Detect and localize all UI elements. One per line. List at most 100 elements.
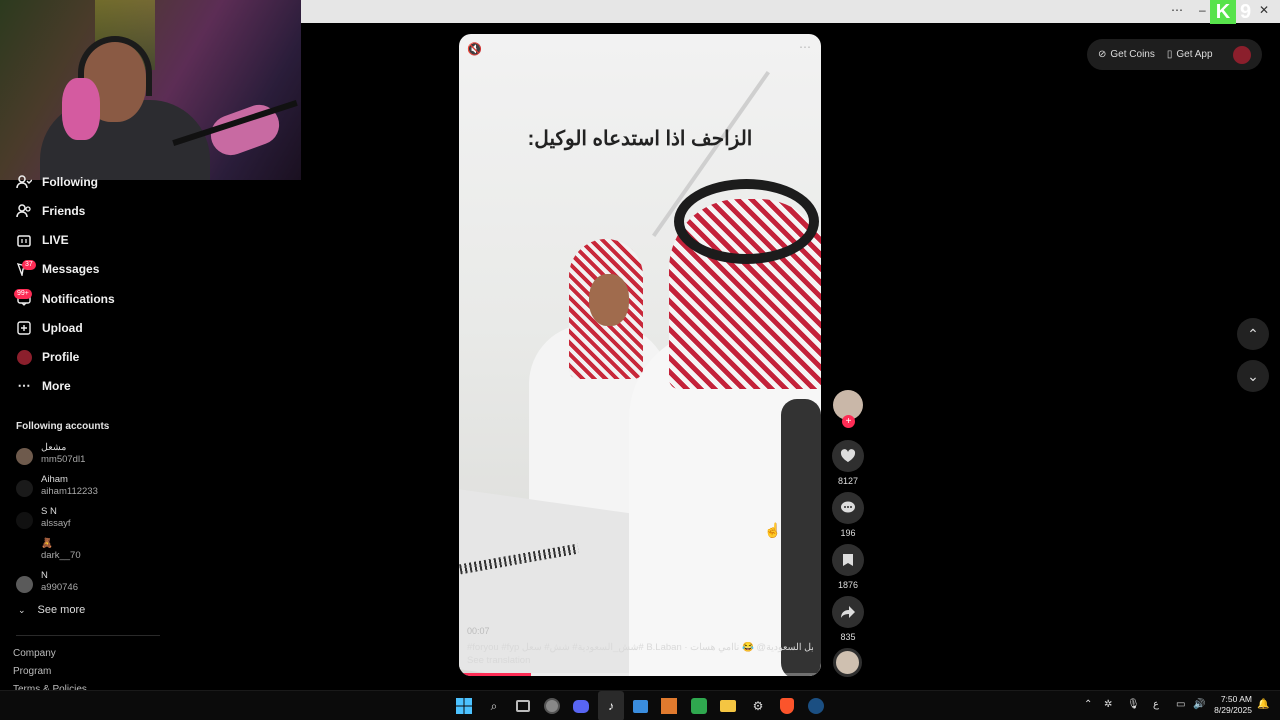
get-app-button[interactable]: ▯ Get App (1167, 49, 1213, 60)
video-description: #foryou #fyp شش_السعودية# شش# سعل# B.Lab… (467, 642, 813, 653)
chevron-up-icon: ⌃ (1247, 325, 1259, 342)
video-progress-fill (459, 673, 532, 676)
get-coins-button[interactable]: ⊘ Get Coins (1098, 49, 1155, 60)
footer-link[interactable]: Company (13, 648, 56, 659)
file-explorer-icon[interactable] (718, 696, 738, 716)
clock-date: 8/29/2025 (1214, 705, 1252, 715)
volume-icon[interactable]: 🔊 (1193, 699, 1205, 710)
notifications-badge: 99+ (14, 289, 32, 299)
task-view-icon[interactable] (513, 696, 533, 716)
xbox-icon[interactable] (689, 696, 709, 716)
video-progress-bar[interactable] (459, 673, 821, 676)
taskbar-clock[interactable]: 7:50 AM 8/29/2025 (1210, 694, 1252, 716)
account-name: Aiham (41, 474, 68, 485)
steam-icon[interactable] (806, 696, 826, 716)
brave-icon[interactable] (777, 696, 797, 716)
user-avatar[interactable] (1233, 46, 1251, 64)
music-disc-avatar[interactable] (833, 648, 862, 677)
account-handle: aiham112233 (41, 486, 98, 497)
account-name: S N (41, 506, 57, 517)
avatar (16, 512, 33, 529)
avatar (16, 480, 33, 497)
previous-video-button[interactable]: ⌃ (1237, 318, 1269, 350)
screen: ⋯ – ✕ K 9 Following Friends LIVE Message… (0, 0, 1280, 720)
sidebar-item-upload[interactable]: Upload (16, 317, 83, 339)
next-video-button[interactable]: ⌄ (1237, 360, 1269, 392)
heart-icon (840, 449, 856, 462)
bookmark-icon (843, 554, 853, 566)
upload-icon (16, 320, 32, 336)
share-icon (841, 606, 855, 618)
see-translation-link[interactable]: See translation (467, 655, 530, 666)
mouse-cursor-icon: ☝ (764, 522, 782, 538)
settings-icon[interactable]: ⚙ (748, 696, 768, 716)
sidebar-item-label: Messages (42, 262, 100, 276)
video-more-icon[interactable]: ⋯ (799, 40, 811, 54)
account-handle: dark__70 (41, 550, 81, 561)
see-more-label: See more (37, 604, 86, 616)
tray-app-icon[interactable]: ✲ (1104, 699, 1112, 710)
sidebar: Following Friends LIVE Messages 37 Notif… (0, 170, 160, 690)
follow-plus-button[interactable]: + (842, 415, 855, 428)
more-icon: ⋯ (17, 378, 31, 393)
windows-taskbar: ⌕ ♪ ⚙ ⌃ ✲ 🎙 ع ▭ 🔊 7:50 AM 8/29/2025 🔔 (0, 690, 1280, 720)
avatar (16, 448, 33, 465)
browser-title-bar: ⋯ – ✕ (301, 0, 1280, 23)
live-icon (16, 232, 32, 248)
sidebar-item-label: Upload (42, 321, 83, 335)
avatar (16, 576, 33, 593)
footer-link[interactable]: Program (13, 666, 51, 677)
tray-overflow-icon[interactable]: ⌃ (1084, 699, 1092, 710)
avatar (16, 544, 33, 561)
app-orange-icon[interactable] (659, 696, 679, 716)
account-handle: mm507dl1 (41, 454, 86, 465)
see-more-button[interactable]: ⌄ See more (18, 604, 85, 616)
save-button[interactable] (832, 544, 864, 576)
share-button[interactable] (832, 596, 864, 628)
video-player[interactable]: الزاحف اذا استدعاه الوكيل: 🔇 ⋯ 00:07 #fo… (459, 34, 821, 676)
save-count: 1876 (837, 580, 859, 590)
sidebar-item-live[interactable]: LIVE (16, 229, 69, 251)
store-icon[interactable] (630, 696, 650, 716)
input-language[interactable]: ع (1153, 699, 1159, 710)
chevron-down-icon: ⌄ (1247, 367, 1259, 384)
sidebar-item-label: Profile (42, 350, 80, 364)
sidebar-item-more[interactable]: ⋯ More (16, 375, 71, 397)
network-icon[interactable]: ▭ (1176, 699, 1185, 710)
browser-menu-icon[interactable]: ⋯ (1171, 3, 1183, 17)
comment-count: 196 (840, 528, 856, 538)
volume-icon[interactable]: 🔇 (467, 42, 482, 56)
sidebar-item-label: More (42, 379, 71, 393)
streamer-hand (62, 78, 100, 140)
stream-logo-9: 9 (1240, 1, 1252, 23)
windows-start-icon[interactable] (454, 696, 474, 716)
sidebar-item-friends[interactable]: Friends (16, 200, 85, 222)
get-app-label: Get App (1176, 49, 1213, 60)
comment-icon (841, 501, 855, 513)
chevron-down-icon: ⌄ (18, 604, 26, 615)
account-name: N (41, 570, 48, 581)
sidebar-item-label: Following (42, 175, 98, 189)
like-button[interactable] (832, 440, 864, 472)
stream-logo-k: K (1210, 0, 1236, 24)
close-icon[interactable]: ✕ (1259, 3, 1269, 17)
tiktok-icon[interactable]: ♪ (601, 696, 621, 716)
share-count: 835 (840, 632, 856, 642)
search-icon[interactable]: ⌕ (484, 696, 504, 716)
account-name: مشعل (41, 442, 67, 453)
comment-button[interactable] (832, 492, 864, 524)
microphone-icon[interactable]: 🎙 (1127, 699, 1140, 710)
get-coins-label: Get Coins (1110, 49, 1155, 60)
coin-icon: ⊘ (1098, 49, 1107, 60)
phone-icon: ▯ (1166, 49, 1173, 60)
sidebar-item-following[interactable]: Following (16, 171, 98, 193)
notification-center-icon[interactable]: 🔔 (1257, 699, 1269, 710)
browser-app-icon[interactable] (542, 696, 562, 716)
profile-avatar (16, 349, 32, 365)
sidebar-item-label: LIVE (42, 233, 69, 247)
sidebar-item-profile[interactable]: Profile (16, 346, 79, 368)
discord-icon[interactable] (571, 696, 591, 716)
following-icon (16, 174, 32, 190)
sidebar-item-label: Friends (42, 204, 86, 218)
minimize-icon[interactable]: – (1199, 3, 1206, 17)
